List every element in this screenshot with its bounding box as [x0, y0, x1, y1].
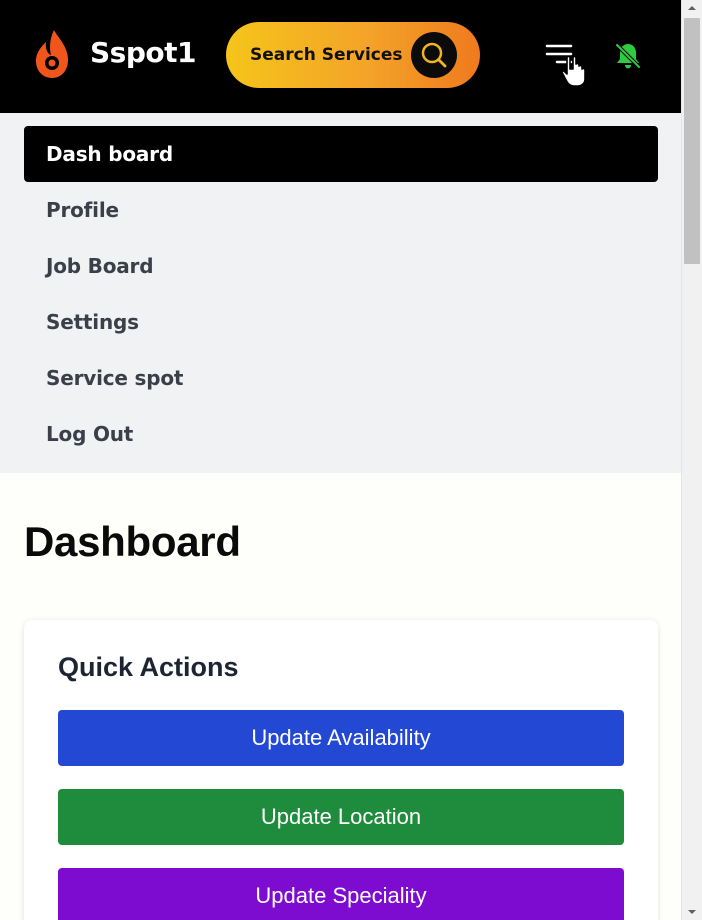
quick-actions-card: Quick Actions Update Availability Update…: [24, 620, 658, 920]
menu-item-job-board[interactable]: Job Board: [24, 238, 658, 294]
menu-item-profile[interactable]: Profile: [24, 182, 658, 238]
menu-item-dashboard[interactable]: Dash board: [24, 126, 658, 182]
top-header: Sspot1 Search Services: [0, 0, 681, 113]
quick-actions-title: Quick Actions: [58, 652, 239, 682]
search-icon[interactable]: [411, 32, 457, 78]
update-speciality-button[interactable]: Update Speciality: [58, 868, 624, 920]
vertical-scrollbar[interactable]: [681, 0, 702, 920]
bell-off-icon[interactable]: [612, 40, 644, 72]
menu-item-log-out[interactable]: Log Out: [24, 406, 658, 462]
scroll-up-arrow-icon[interactable]: [682, 0, 702, 16]
page-title: Dashboard: [24, 518, 241, 565]
menu-item-settings[interactable]: Settings: [24, 294, 658, 350]
search-services-button[interactable]: Search Services: [226, 22, 480, 88]
brand-name: Sspot1: [90, 36, 196, 69]
sidebar-menu: Dash board Profile Job Board Settings Se…: [0, 113, 681, 473]
flame-logo-icon: [36, 30, 68, 78]
menu-item-service-spot[interactable]: Service spot: [24, 350, 658, 406]
update-location-button[interactable]: Update Location: [58, 789, 624, 845]
update-availability-button[interactable]: Update Availability: [58, 710, 624, 766]
scrollbar-thumb[interactable]: [684, 18, 700, 264]
search-label: Search Services: [250, 45, 403, 65]
hamburger-menu-icon[interactable]: [544, 40, 590, 90]
brand-logo[interactable]: Sspot1: [32, 28, 196, 80]
scroll-down-arrow-icon[interactable]: [682, 904, 702, 920]
app-viewport: Sspot1 Search Services Dash board Profil…: [0, 0, 681, 920]
